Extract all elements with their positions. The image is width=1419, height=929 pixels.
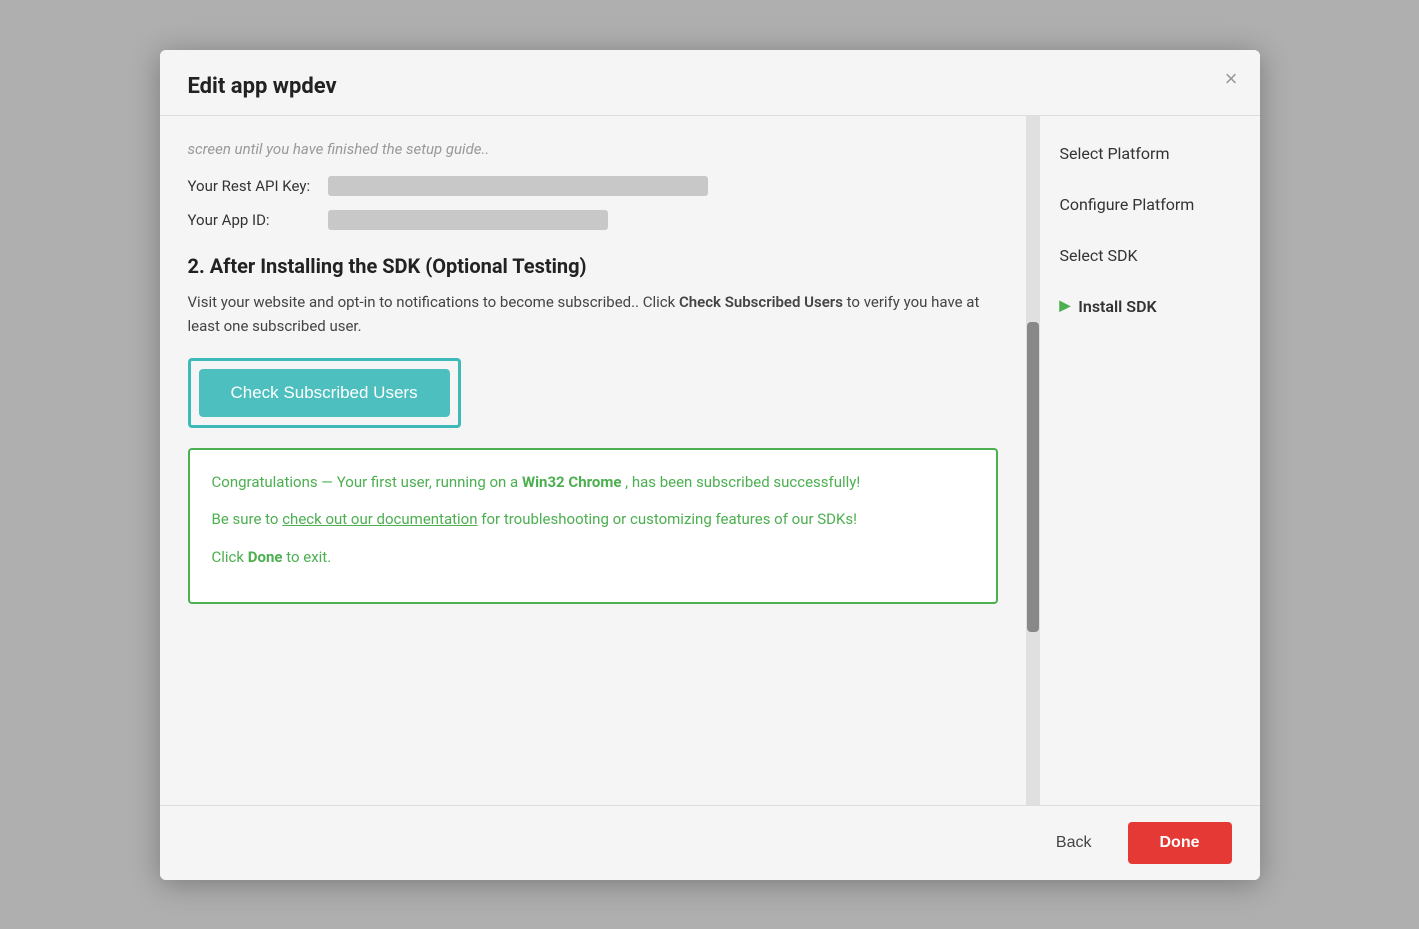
sidebar-item-select-sdk[interactable]: Select SDK (1060, 246, 1240, 265)
close-button[interactable]: × (1225, 68, 1238, 90)
section2-desc-text1: Visit your website and opt-in to notific… (188, 293, 676, 311)
app-id-value (328, 210, 608, 230)
modal-title: Edit app wpdev (188, 74, 1232, 99)
back-button[interactable]: Back (1036, 824, 1112, 862)
sidebar-item-configure-platform[interactable]: Configure Platform (1060, 195, 1240, 214)
check-btn-container: Check Subscribed Users (188, 358, 461, 428)
modal-body: screen until you have finished the setup… (160, 116, 1260, 805)
rest-api-label: Your Rest API Key: (188, 177, 318, 195)
sidebar-item-label: Select Platform (1060, 144, 1170, 163)
modal-footer: Back Done (160, 805, 1260, 880)
modal: Edit app wpdev × screen until you have f… (160, 50, 1260, 880)
rest-api-row: Your Rest API Key: (188, 176, 998, 196)
sidebar-item-label: Install SDK (1078, 297, 1156, 316)
done-button[interactable]: Done (1128, 822, 1232, 864)
success-line3-text2: to exit. (286, 548, 331, 566)
main-content: screen until you have finished the setup… (160, 116, 1026, 805)
success-doc-link[interactable]: check out our documentation (282, 510, 477, 528)
modal-header: Edit app wpdev × (160, 50, 1260, 116)
app-id-row: Your App ID: (188, 210, 998, 230)
sidebar-item-label: Configure Platform (1060, 195, 1195, 214)
check-subscribed-users-button[interactable]: Check Subscribed Users (199, 369, 450, 417)
success-line2: Be sure to check out our documentation f… (212, 507, 974, 533)
scrollbar-thumb[interactable] (1027, 322, 1039, 632)
success-line1: Congratulations — Your first user, runni… (212, 470, 974, 496)
truncated-text: screen until you have finished the setup… (188, 140, 998, 158)
success-line3-text1: Click (212, 548, 245, 566)
arrow-icon: ▶ (1060, 298, 1071, 314)
section2-desc-link-text: Check Subscribed Users (679, 293, 843, 311)
section2-desc: Visit your website and opt-in to notific… (188, 290, 998, 338)
success-line2-text1: Be sure to (212, 510, 279, 528)
success-line1-text2: , has been subscribed successfully! (625, 473, 860, 491)
section2-heading: 2. After Installing the SDK (Optional Te… (188, 254, 998, 278)
scrollbar[interactable] (1026, 116, 1040, 805)
success-line1-bold: Win32 Chrome (522, 473, 622, 491)
success-line1-text1: Congratulations — Your first user, runni… (212, 473, 519, 491)
success-box: Congratulations — Your first user, runni… (188, 448, 998, 605)
rest-api-value (328, 176, 708, 196)
success-line3-bold: Done (248, 548, 283, 566)
sidebar-item-install-sdk[interactable]: ▶ Install SDK (1060, 297, 1240, 316)
modal-overlay: Edit app wpdev × screen until you have f… (0, 0, 1419, 929)
sidebar-item-select-platform[interactable]: Select Platform (1060, 144, 1240, 163)
sidebar-item-label: Select SDK (1060, 246, 1138, 265)
success-line2-text2: for troubleshooting or customizing featu… (481, 510, 857, 528)
sidebar: Select Platform Configure Platform Selec… (1040, 116, 1260, 805)
success-line3: Click Done to exit. (212, 545, 974, 571)
app-id-label: Your App ID: (188, 211, 318, 229)
